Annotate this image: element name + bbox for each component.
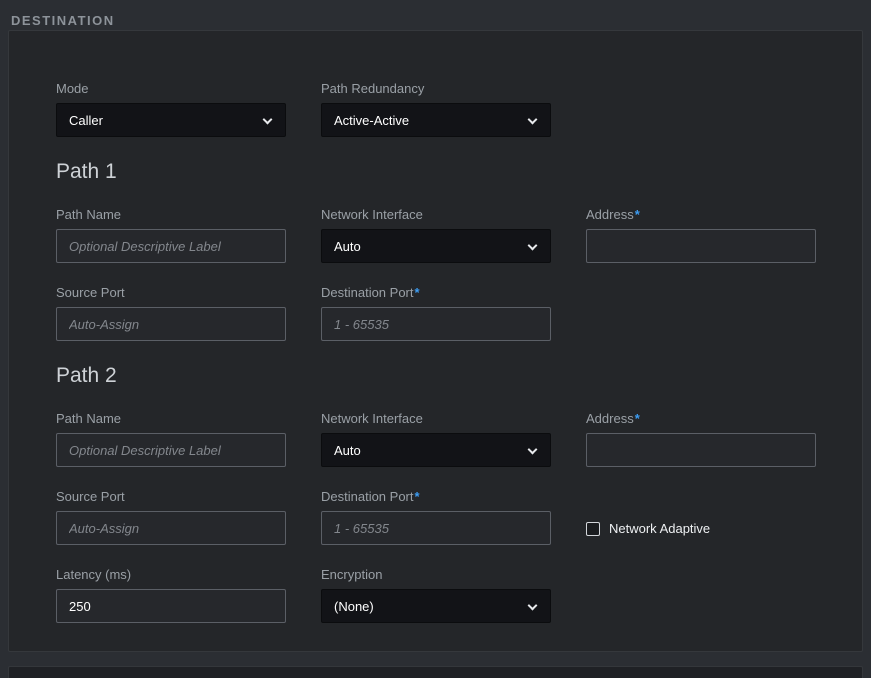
path1-source-port-label: Source Port bbox=[56, 285, 286, 301]
mode-label: Mode bbox=[56, 81, 286, 97]
path1-address-field: Address* bbox=[586, 207, 816, 263]
path1-row-2: Source Port Destination Port* bbox=[56, 285, 816, 341]
network-adaptive-row: Network Adaptive bbox=[586, 521, 816, 536]
path2-address-field: Address* bbox=[586, 411, 816, 467]
path2-interface-select-value: Auto bbox=[334, 443, 361, 458]
path1-dest-port-field: Destination Port* bbox=[321, 285, 551, 341]
path1-source-port-field: Source Port bbox=[56, 285, 286, 341]
path2-name-label: Path Name bbox=[56, 411, 286, 427]
path1-address-input[interactable] bbox=[586, 229, 816, 263]
path1-dest-port-input[interactable] bbox=[321, 307, 551, 341]
path2-interface-select[interactable]: Auto bbox=[321, 433, 551, 467]
path2-address-input[interactable] bbox=[586, 433, 816, 467]
chevron-down-icon bbox=[263, 115, 273, 125]
path-redundancy-field: Path Redundancy Active-Active bbox=[321, 81, 551, 137]
path2-row-1: Path Name Network Interface Auto Address… bbox=[56, 411, 816, 467]
section-header: DESTINATION bbox=[0, 0, 871, 30]
required-asterisk: * bbox=[635, 207, 640, 222]
chevron-down-icon bbox=[528, 445, 538, 455]
path2-dest-port-label: Destination Port* bbox=[321, 489, 551, 505]
encryption-select-value: (None) bbox=[334, 599, 374, 614]
path-redundancy-select-value: Active-Active bbox=[334, 113, 409, 128]
mode-select-value: Caller bbox=[69, 113, 103, 128]
path2-dest-port-input[interactable] bbox=[321, 511, 551, 545]
required-asterisk: * bbox=[415, 285, 420, 300]
path1-name-field: Path Name bbox=[56, 207, 286, 263]
required-asterisk: * bbox=[415, 489, 420, 504]
encryption-field: Encryption (None) bbox=[321, 567, 551, 623]
section-title: DESTINATION bbox=[11, 13, 115, 28]
path-redundancy-label: Path Redundancy bbox=[321, 81, 551, 97]
path2-interface-label: Network Interface bbox=[321, 411, 551, 427]
path1-name-label: Path Name bbox=[56, 207, 286, 223]
latency-label: Latency (ms) bbox=[56, 567, 286, 583]
latency-input[interactable] bbox=[56, 589, 286, 623]
network-adaptive-label: Network Adaptive bbox=[609, 521, 710, 536]
path1-heading: Path 1 bbox=[56, 159, 816, 185]
path2-row-2: Source Port Destination Port* Network Ad… bbox=[56, 489, 816, 545]
path-redundancy-select[interactable]: Active-Active bbox=[321, 103, 551, 137]
path2-source-port-input[interactable] bbox=[56, 511, 286, 545]
path1-interface-label: Network Interface bbox=[321, 207, 551, 223]
path2-interface-field: Network Interface Auto bbox=[321, 411, 551, 467]
chevron-down-icon bbox=[528, 115, 538, 125]
mode-field: Mode Caller bbox=[56, 81, 286, 137]
path2-heading: Path 2 bbox=[56, 363, 816, 389]
path2-name-field: Path Name bbox=[56, 411, 286, 467]
latency-field: Latency (ms) bbox=[56, 567, 286, 623]
network-adaptive-field: Network Adaptive bbox=[586, 489, 816, 545]
destination-panel: Mode Caller Path Redundancy Active-Activ… bbox=[8, 30, 863, 652]
path1-dest-port-label: Destination Port* bbox=[321, 285, 551, 301]
path2-name-input[interactable] bbox=[56, 433, 286, 467]
path2-address-label: Address* bbox=[586, 411, 816, 427]
encryption-label: Encryption bbox=[321, 567, 551, 583]
path2-dest-port-field: Destination Port* bbox=[321, 489, 551, 545]
row-latency-encryption: Latency (ms) Encryption (None) bbox=[56, 567, 816, 623]
required-asterisk: * bbox=[635, 411, 640, 426]
path2-source-port-label: Source Port bbox=[56, 489, 286, 505]
path1-interface-select[interactable]: Auto bbox=[321, 229, 551, 263]
path1-address-label: Address* bbox=[586, 207, 816, 223]
encryption-select[interactable]: (None) bbox=[321, 589, 551, 623]
path1-interface-field: Network Interface Auto bbox=[321, 207, 551, 263]
path2-source-port-field: Source Port bbox=[56, 489, 286, 545]
mode-select[interactable]: Caller bbox=[56, 103, 286, 137]
next-section-strip bbox=[8, 666, 863, 678]
path1-row-1: Path Name Network Interface Auto Address… bbox=[56, 207, 816, 263]
path1-name-input[interactable] bbox=[56, 229, 286, 263]
path1-source-port-input[interactable] bbox=[56, 307, 286, 341]
chevron-down-icon bbox=[528, 601, 538, 611]
row-mode-redundancy: Mode Caller Path Redundancy Active-Activ… bbox=[56, 81, 816, 137]
network-adaptive-checkbox[interactable] bbox=[586, 522, 600, 536]
chevron-down-icon bbox=[528, 241, 538, 251]
path1-interface-select-value: Auto bbox=[334, 239, 361, 254]
